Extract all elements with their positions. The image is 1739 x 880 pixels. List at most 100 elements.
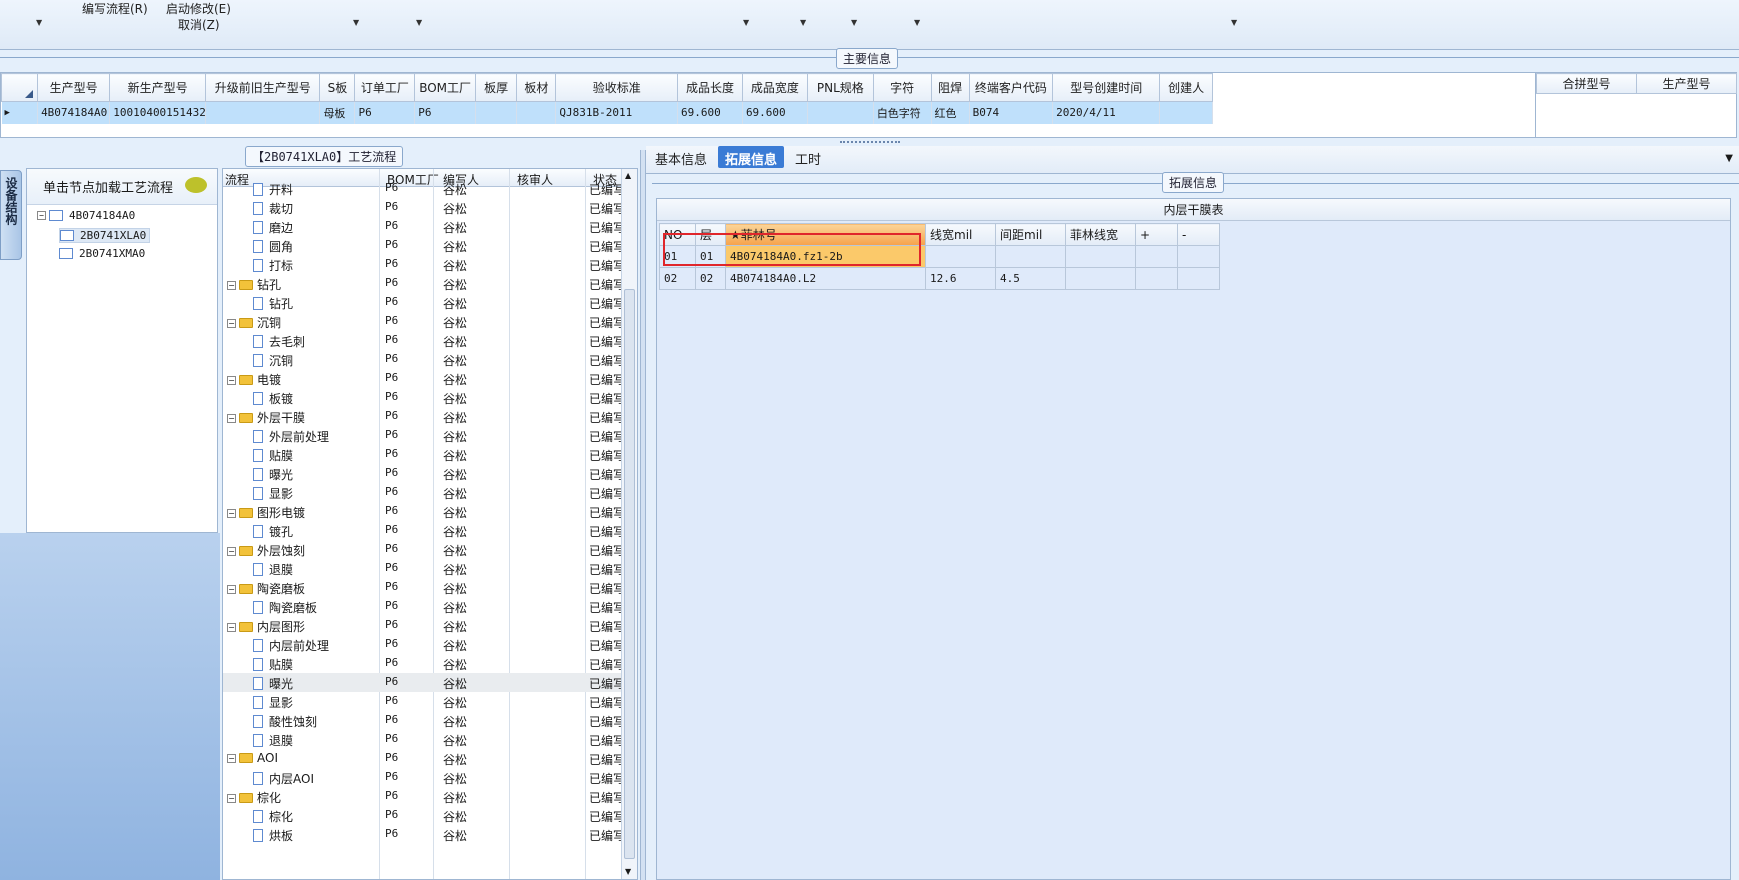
table-cell[interactable] xyxy=(807,101,874,124)
flow-step-row[interactable]: 镀孔 P6 谷松 已编写 xyxy=(223,521,625,540)
table-cell[interactable] xyxy=(1159,101,1213,124)
table-cell[interactable] xyxy=(995,245,1066,268)
column-header[interactable]: PNL规格 xyxy=(806,73,874,102)
collapse-icon[interactable]: − xyxy=(227,794,236,803)
dropdown-arrow-icon[interactable]: ▼ xyxy=(914,18,920,27)
dropdown-arrow-icon[interactable]: ▼ xyxy=(800,18,806,27)
table-cell[interactable]: 4B074184A0.L2 xyxy=(725,267,926,290)
flow-step-row[interactable]: 曝光 P6 谷松 已编写 xyxy=(223,673,625,692)
table-cell[interactable] xyxy=(1177,267,1220,290)
flow-step-row[interactable]: 烘板 P6 谷松 已编写 xyxy=(223,825,625,844)
table-cell[interactable] xyxy=(205,101,321,124)
scroll-thumb[interactable] xyxy=(624,289,635,859)
table-cell[interactable]: QJ831B-2011 xyxy=(555,101,679,124)
main-info-grid[interactable]: 生产型号 新生产型号 升级前旧生产型号 S板 订单工厂 BOM工厂 板厚 板材 … xyxy=(0,72,1536,138)
column-header[interactable]: 新生产型号 xyxy=(109,73,207,102)
table-cell[interactable]: 红色 xyxy=(931,101,970,124)
flow-group-row[interactable]: − 图形电镀 P6 谷松 已编写 xyxy=(223,502,625,521)
column-header[interactable]: 创建人 xyxy=(1159,73,1213,102)
flow-step-row[interactable]: 打标 P6 谷松 已编写 xyxy=(223,255,625,274)
table-cell[interactable] xyxy=(1065,267,1136,290)
flow-step-row[interactable]: 裁切 P6 谷松 已编写 xyxy=(223,198,625,217)
collapse-icon[interactable]: − xyxy=(37,211,46,220)
add-column-button[interactable]: + xyxy=(1135,223,1178,246)
table-cell[interactable] xyxy=(1065,245,1136,268)
vertical-splitter[interactable] xyxy=(640,150,646,880)
flow-step-row[interactable]: 酸性蚀刻 P6 谷松 已编写 xyxy=(223,711,625,730)
column-header[interactable]: 板厚 xyxy=(475,73,518,102)
column-header[interactable]: 升级前旧生产型号 xyxy=(205,73,321,102)
start-modify-button[interactable]: 启动修改(E) xyxy=(166,0,231,17)
tab-menu-dropdown-icon[interactable]: ▼ xyxy=(1725,153,1733,164)
dropdown-arrow-icon[interactable]: ▼ xyxy=(353,18,359,27)
flow-step-row[interactable]: 显影 P6 谷松 已编写 xyxy=(223,483,625,502)
table-cell[interactable] xyxy=(1177,245,1220,268)
column-header[interactable]: 菲林线宽 xyxy=(1065,223,1136,246)
tab-basic-info[interactable]: 基本信息 xyxy=(648,146,714,168)
flow-step-row[interactable]: 板镀 P6 谷松 已编写 xyxy=(223,388,625,407)
flow-step-row[interactable]: 钻孔 P6 谷松 已编写 xyxy=(223,293,625,312)
flow-step-row[interactable]: 磨边 P6 谷松 已编写 xyxy=(223,217,625,236)
table-cell[interactable]: 69.600 xyxy=(742,101,808,124)
column-header[interactable]: 生产型号 xyxy=(37,73,111,102)
flow-step-row[interactable]: 去毛刺 P6 谷松 已编写 xyxy=(223,331,625,350)
flow-step-row[interactable]: 圆角 P6 谷松 已编写 xyxy=(223,236,625,255)
table-cell[interactable]: 10010400151432 xyxy=(109,101,207,124)
tree-node-selected[interactable]: 2B0741XLA0 xyxy=(59,228,151,243)
table-cell[interactable]: P6 xyxy=(414,101,477,124)
column-header[interactable]: 合拼型号 xyxy=(1536,73,1637,94)
flow-group-row[interactable]: − 外层蚀刻 P6 谷松 已编写 xyxy=(223,540,625,559)
table-cell[interactable] xyxy=(1135,245,1178,268)
table-cell[interactable]: P6 xyxy=(354,101,416,124)
collapse-icon[interactable]: − xyxy=(227,623,236,632)
table-cell[interactable]: 12.6 xyxy=(925,267,996,290)
column-header[interactable]: 型号创建时间 xyxy=(1052,73,1161,102)
collapse-icon[interactable]: − xyxy=(227,319,236,328)
table-cell[interactable] xyxy=(475,101,518,124)
flow-group-row[interactable]: − 棕化 P6 谷松 已编写 xyxy=(223,787,625,806)
collapse-icon[interactable]: − xyxy=(227,509,236,518)
flow-step-row[interactable]: 贴膜 P6 谷松 已编写 xyxy=(223,654,625,673)
flow-group-row[interactable]: − 钻孔 P6 谷松 已编写 xyxy=(223,274,625,293)
column-header[interactable]: 生产型号 xyxy=(1636,73,1737,94)
dropdown-arrow-icon[interactable]: ▼ xyxy=(743,18,749,27)
column-header[interactable]: 板材 xyxy=(516,73,557,102)
flow-group-row[interactable]: − 陶瓷磨板 P6 谷松 已编写 xyxy=(223,578,625,597)
flow-tree-grid[interactable]: 流程 BOM工厂 编写人 核审人 状态 开料 P6 谷松 已编写 裁切 P6 谷松 已编写 磨边… xyxy=(222,168,638,880)
side-tab-device-structure[interactable]: 设备结构 xyxy=(0,170,22,260)
table-cell[interactable] xyxy=(1135,267,1178,290)
flow-step-row[interactable]: 外层前处理 P6 谷松 已编写 xyxy=(223,426,625,445)
dropdown-arrow-icon[interactable]: ▼ xyxy=(851,18,857,27)
flow-step-row[interactable]: 退膜 P6 谷松 已编写 xyxy=(223,559,625,578)
collapse-icon[interactable]: − xyxy=(227,376,236,385)
tab-work-hours[interactable]: 工时 xyxy=(788,146,828,168)
column-header[interactable]: 间距mil xyxy=(995,223,1066,246)
tab-extended-info[interactable]: 拓展信息 xyxy=(718,146,785,168)
table-row[interactable]: 02 02 4B074184A0.L2 12.6 4.5 xyxy=(659,267,1220,290)
remove-column-button[interactable]: - xyxy=(1177,223,1220,246)
dropdown-arrow-icon[interactable]: ▼ xyxy=(36,18,42,27)
column-header[interactable]: 终端客户代码 xyxy=(968,73,1054,102)
flow-step-row[interactable]: 开料 P6 谷松 已编写 xyxy=(223,179,625,198)
table-cell[interactable]: 02 xyxy=(659,267,696,290)
column-header[interactable]: S板 xyxy=(319,73,356,102)
write-flow-button[interactable]: 编写流程(R) xyxy=(82,0,148,17)
scroll-up-icon[interactable]: ▲ xyxy=(625,171,631,180)
dropdown-arrow-icon[interactable]: ▼ xyxy=(416,18,422,27)
table-cell[interactable]: 白色字符 xyxy=(873,101,932,124)
flow-step-row[interactable]: 贴膜 P6 谷松 已编写 xyxy=(223,445,625,464)
column-header[interactable]: 成品宽度 xyxy=(741,73,808,102)
collapse-icon[interactable]: − xyxy=(227,754,236,763)
flow-step-row[interactable]: 内层前处理 P6 谷松 已编写 xyxy=(223,635,625,654)
column-header[interactable]: 阻焊 xyxy=(930,73,970,102)
flow-group-row[interactable]: − AOI P6 谷松 已编写 xyxy=(223,749,625,768)
splitter-grip[interactable] xyxy=(840,141,900,145)
table-cell[interactable]: 4B074184A0 xyxy=(37,101,111,124)
flow-group-row[interactable]: − 外层干膜 P6 谷松 已编写 xyxy=(223,407,625,426)
cancel-button[interactable]: 取消(Z) xyxy=(178,16,220,33)
flow-scrollbar[interactable]: ▲ ▼ xyxy=(621,169,637,879)
tree-node[interactable]: − 4B074184A0 xyxy=(37,209,135,222)
collapse-icon[interactable]: − xyxy=(227,414,236,423)
flow-step-row[interactable]: 显影 P6 谷松 已编写 xyxy=(223,692,625,711)
table-cell[interactable]: B074 xyxy=(969,101,1054,124)
